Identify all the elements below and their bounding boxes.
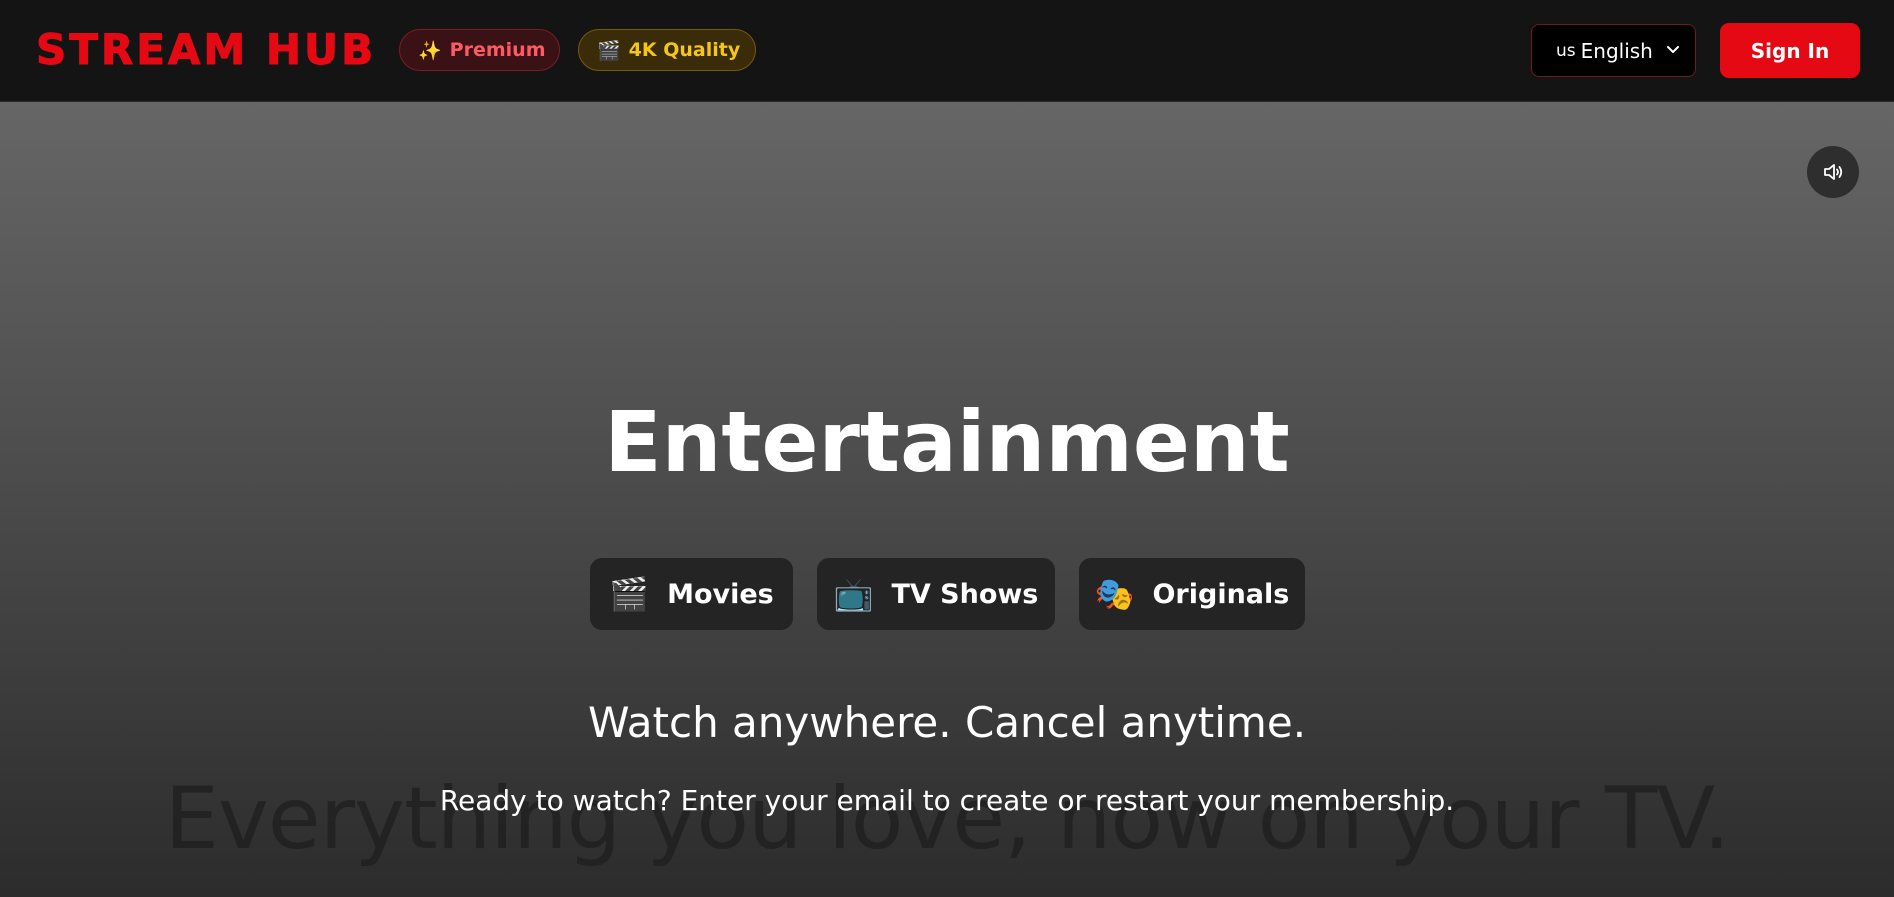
premium-badge[interactable]: ✨ Premium bbox=[399, 29, 560, 71]
category-originals-label: Originals bbox=[1152, 578, 1290, 610]
television-icon: 📺 bbox=[833, 575, 874, 613]
membership-cta-text: Ready to watch? Enter your email to crea… bbox=[439, 784, 1455, 817]
4k-quality-badge-label: 4K Quality bbox=[628, 39, 741, 61]
category-movies-label: Movies bbox=[667, 578, 774, 610]
language-select[interactable]: us English bbox=[1531, 24, 1696, 77]
hero-section: UNLIMITED Entertainment 🎬 Movies 📺 TV Sh… bbox=[0, 102, 1894, 897]
category-tv-shows-button[interactable]: 📺 TV Shows bbox=[817, 558, 1055, 630]
4k-quality-badge[interactable]: 🎬 4K Quality bbox=[578, 29, 756, 71]
category-originals-button[interactable]: 🎭 Originals bbox=[1079, 558, 1305, 630]
hero-title-text: UNLIMITED bbox=[403, 136, 1491, 348]
language-select-value: English bbox=[1580, 38, 1653, 63]
sign-in-button[interactable]: Sign In bbox=[1720, 23, 1860, 78]
premium-badge-label: Premium bbox=[449, 39, 546, 61]
hero-subtitle: Entertainment bbox=[604, 393, 1290, 491]
clapperboard-icon: 🎬 bbox=[609, 575, 650, 613]
category-movies-button[interactable]: 🎬 Movies bbox=[590, 558, 793, 630]
clapperboard-icon: 🎬 bbox=[597, 39, 621, 62]
category-tv-shows-label: TV Shows bbox=[891, 578, 1039, 610]
logo[interactable]: STREAM HUB bbox=[35, 24, 376, 76]
flag-icon: us bbox=[1556, 40, 1576, 61]
top-nav-bar: STREAM HUB ✨ Premium 🎬 4K Quality us Eng… bbox=[0, 0, 1894, 102]
chevron-down-icon bbox=[1667, 46, 1679, 53]
hero-title: UNLIMITED bbox=[0, 147, 1894, 337]
hero-tagline: Watch anywhere. Cancel anytime. bbox=[587, 698, 1307, 747]
sparkles-icon: ✨ bbox=[418, 39, 442, 62]
theater-masks-icon: 🎭 bbox=[1094, 575, 1135, 613]
